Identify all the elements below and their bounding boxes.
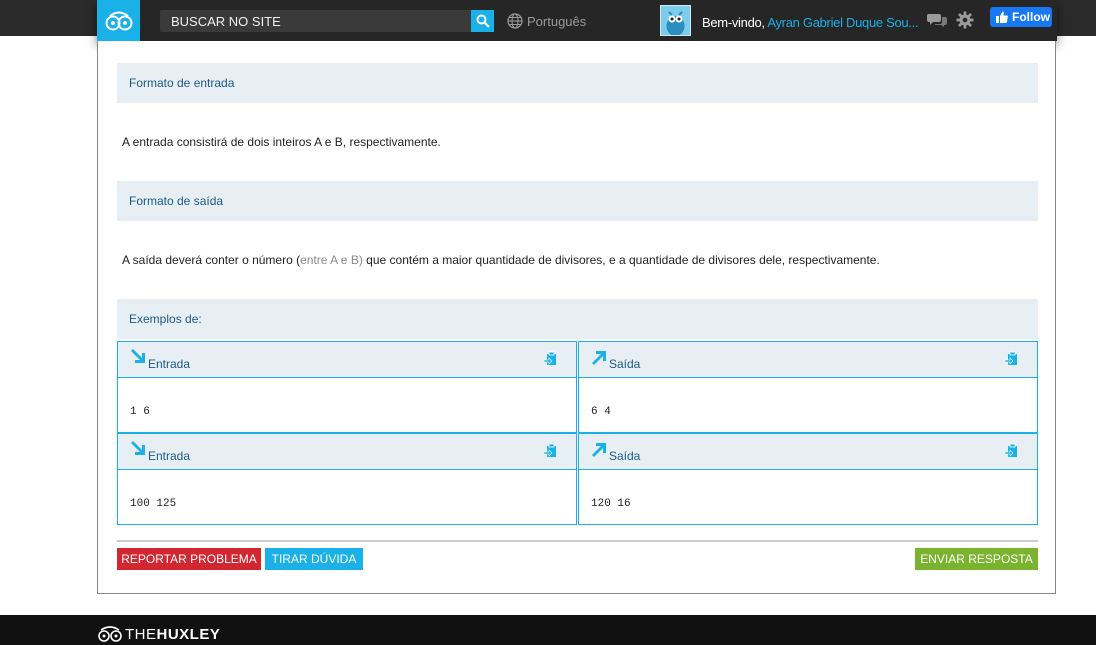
avatar[interactable] [660,5,691,36]
footer-brand-bold: HUXLEY [156,625,221,643]
messages-button[interactable] [927,12,947,33]
globe-icon [507,13,523,29]
examples-heading: Exemplos de: [117,299,1038,339]
thumbs-up-icon [996,11,1008,23]
divider [117,540,1038,542]
clipboard-icon[interactable] [544,443,558,459]
search-icon [476,14,490,28]
clipboard-icon[interactable] [544,351,558,367]
example-output-box: Saída 6 4 [578,341,1038,433]
search-input[interactable] [160,10,465,32]
input-format-text: A entrada consistirá de dois inteiros A … [122,135,441,149]
example-output-box: Saída 120 16 [578,433,1038,525]
settings-button[interactable] [956,11,974,34]
output-text-muted: entre A e B) [300,253,363,267]
clipboard-icon[interactable] [1005,351,1019,367]
owl-avatar-icon [661,6,690,35]
example-input-header: Entrada [118,434,576,470]
huxley-logo[interactable] [97,0,140,41]
facebook-follow-button[interactable]: Follow [990,7,1052,27]
example-output-value: 120 16 [591,498,631,510]
example-input-box: Entrada 1 6 [117,341,577,433]
example-input-header: Entrada [118,342,576,378]
arrow-down-right-icon [131,349,145,363]
language-selector[interactable]: Português [507,13,586,29]
arrow-up-right-icon [592,351,606,365]
search-button[interactable] [471,10,494,32]
follow-label: Follow [1012,10,1050,24]
footer-brand-light: THE [125,625,157,643]
example-output-value: 6 4 [591,406,611,418]
user-name-link[interactable]: Ayran Gabriel Duque Sou... [767,15,918,30]
footer: THEHUXLEY [0,615,1096,645]
gear-icon [956,11,974,29]
output-format-heading: Formato de saída [117,181,1038,221]
input-format-heading: Formato de entrada [117,63,1038,103]
submit-answer-button[interactable]: ENVIAR RESPOSTA [915,548,1038,570]
search-bar [160,10,494,32]
language-label: Português [527,13,587,29]
example-input-value: 1 6 [130,406,150,418]
example-input-label: Entrada [148,449,191,463]
output-text-before: A saída deverá conter o número ( [122,253,301,267]
arrow-up-right-icon [592,443,606,457]
example-input-box: Entrada 100 125 [117,433,577,525]
example-input-label: Entrada [148,357,191,371]
output-text-after: que contém a maior quantidade de divisor… [362,253,880,267]
example-output-header: Saída [579,342,1037,378]
example-input-value: 100 125 [130,498,177,510]
welcome-text: Bem-vindo, Ayran Gabriel Duque Sou... [702,15,919,30]
example-output-label: Saída [609,449,641,463]
arrow-down-right-icon [131,441,145,455]
footer-brand: THEHUXLEY [125,626,220,643]
chat-bubbles-icon [927,14,947,27]
ask-question-button[interactable]: TIRAR DÚVIDA [265,548,363,570]
example-output-header: Saída [579,434,1037,470]
report-problem-button[interactable]: REPORTAR PROBLEMA [117,548,261,570]
owl-logo-icon [105,11,132,30]
output-format-text: A saída deverá conter o número (entre A … [122,253,880,267]
clipboard-icon[interactable] [1005,443,1019,459]
welcome-prefix: Bem-vindo, [702,15,768,30]
top-navbar: Português Bem-vindo, Ayran Gabriel Duque… [97,0,1057,41]
example-output-label: Saída [609,357,641,371]
problem-card: Formato de entrada A entrada consistirá … [97,41,1056,594]
owl-logo-icon [98,626,122,642]
footer-logo[interactable]: THEHUXLEY [97,625,220,643]
